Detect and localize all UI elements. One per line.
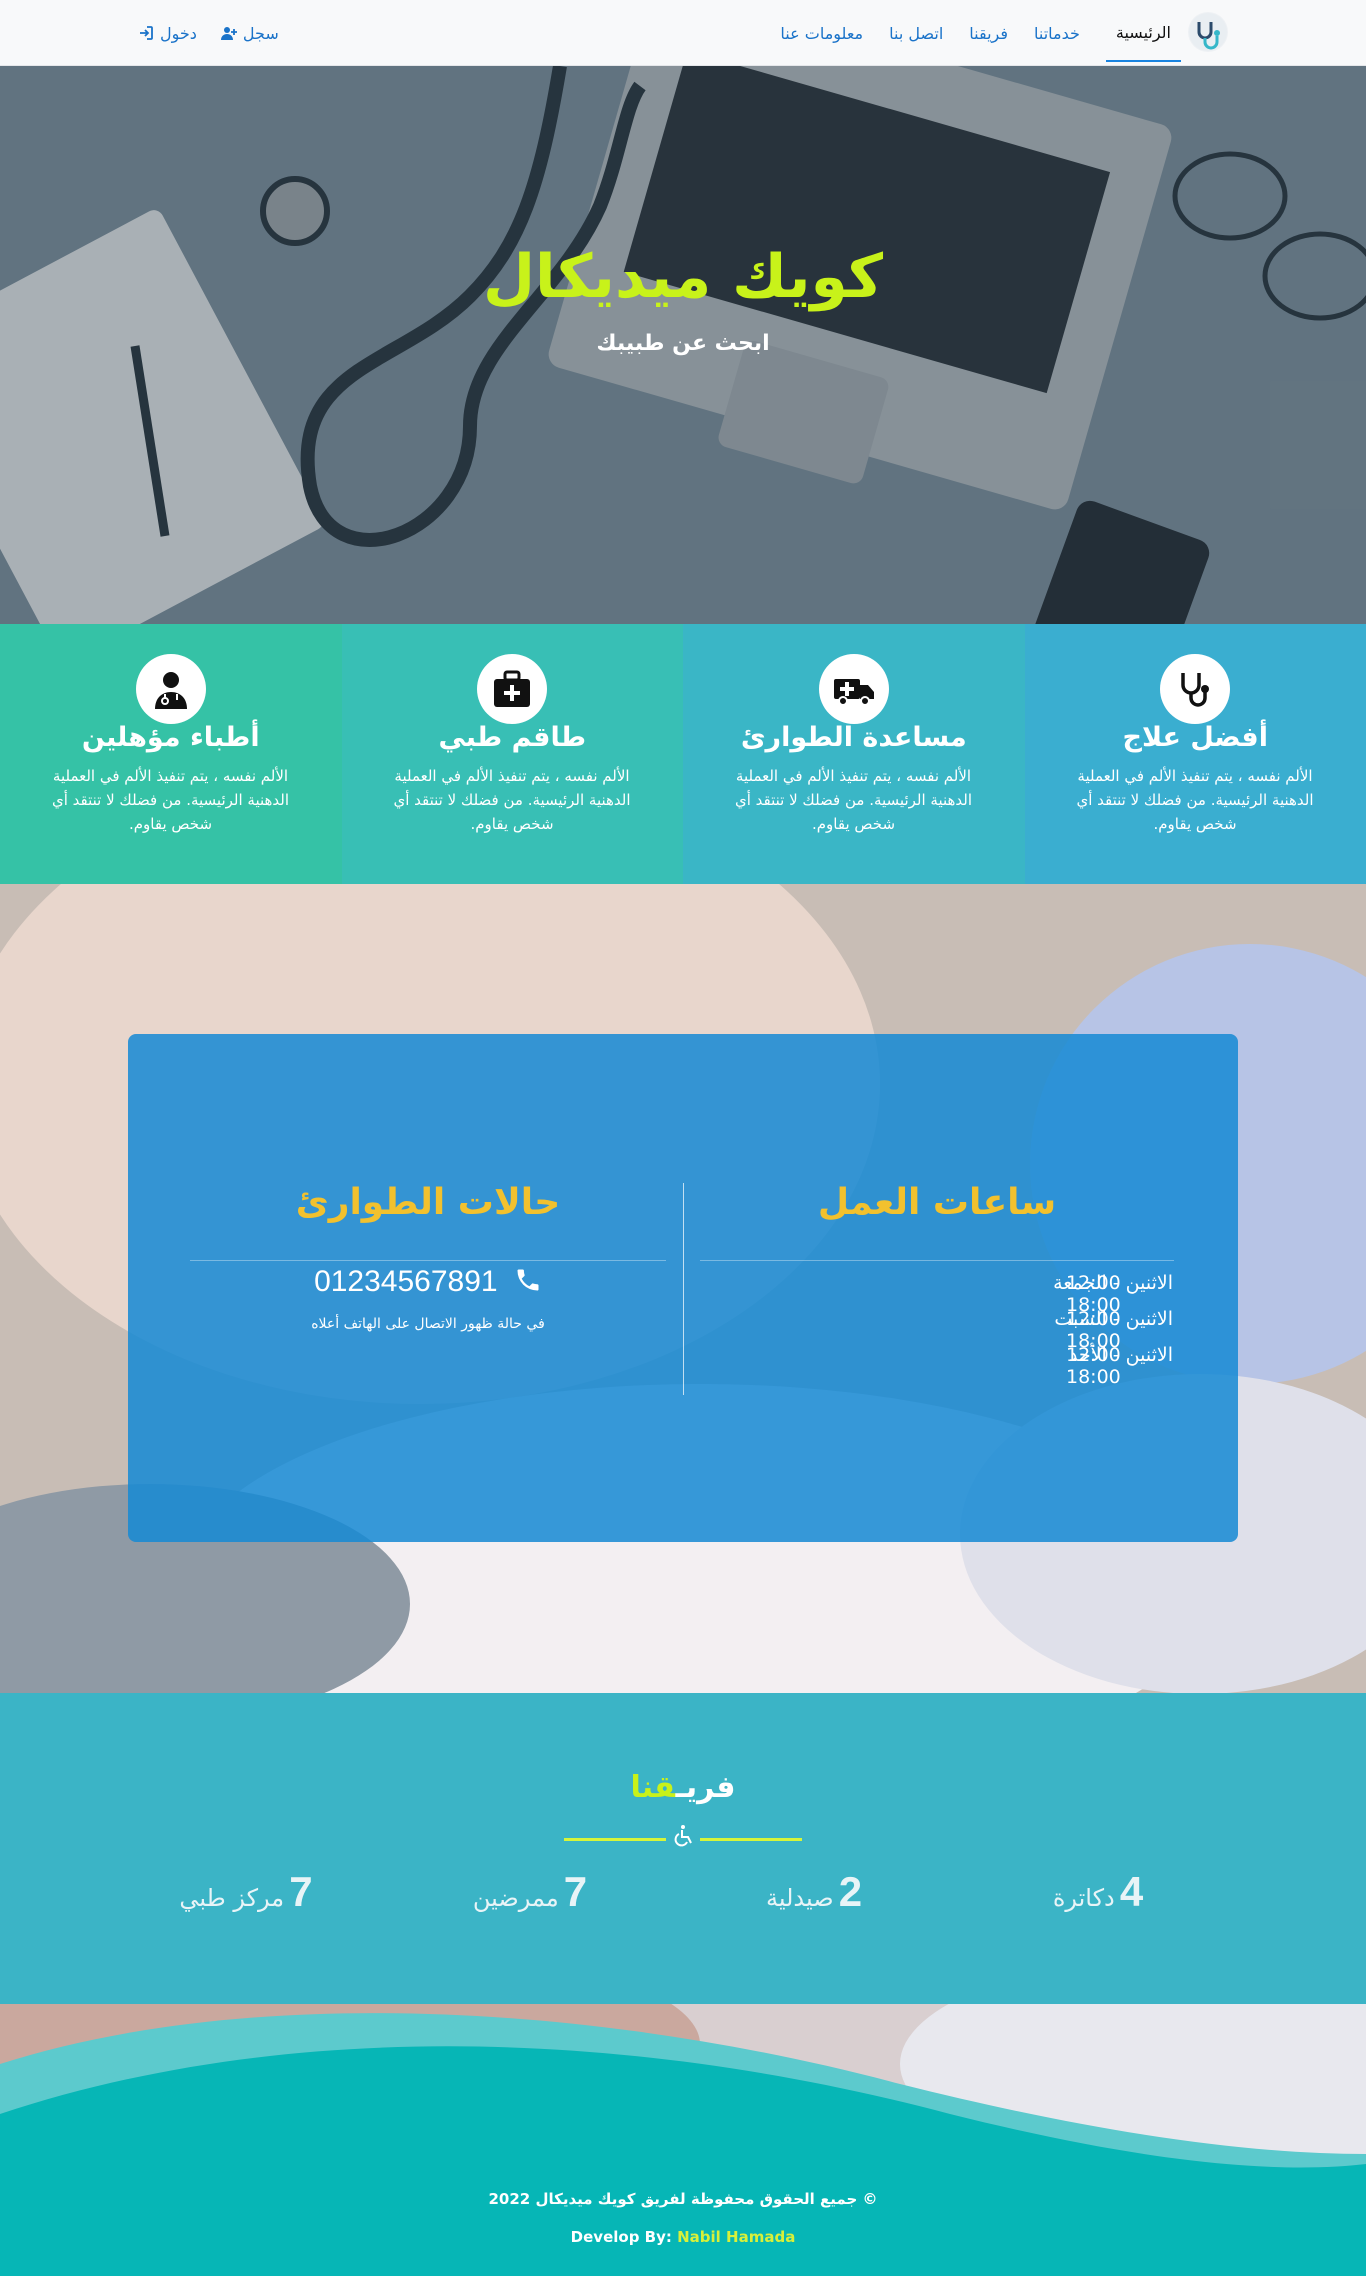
stat-label: دكاترة <box>1052 1884 1115 1912</box>
hero-banner: كويك ميديكال ابحث عن طبيبك <box>0 66 1366 624</box>
brand-logo[interactable] <box>1188 12 1228 52</box>
main-nav: الرئيسية خدماتنا فريقنا اتصل بنا معلومات… <box>780 0 1181 66</box>
stat-label: ممرضين <box>472 1884 559 1912</box>
emergency-phone[interactable]: 01234567891 <box>190 1265 666 1299</box>
nav-services[interactable]: خدماتنا <box>1034 0 1080 66</box>
developer-label: Develop By: <box>570 2228 672 2246</box>
feature-title: أطباء مؤهلين <box>81 722 260 753</box>
feature-title: طاقم طبي <box>438 722 587 753</box>
feature-text: الألم نفسه ، يتم تنفيذ الألم في العملية … <box>1076 767 1314 833</box>
stat-number: 7 <box>289 1868 313 1915</box>
feature-title: أفضل علاج <box>1122 722 1268 753</box>
title-divider-right <box>700 1838 802 1841</box>
feature-text: الألم نفسه ، يتم تنفيذ الألم في العملية … <box>51 767 290 833</box>
feature-icon-circle <box>477 654 548 724</box>
team-title-accent: قنا <box>630 1770 676 1805</box>
nav-contact[interactable]: اتصل بنا <box>889 0 943 66</box>
feature-card: طاقم طبي الألم نفسه ، يتم تنفيذ الألم في… <box>341 624 683 884</box>
wheelchair-icon <box>674 1825 692 1847</box>
stat-number: 4 <box>1119 1868 1144 1915</box>
sign-in-icon <box>140 26 153 40</box>
footer-copyright: © جميع الحقوق محفوظة لفريق كويك ميديكال … <box>488 2190 878 2208</box>
phone-icon <box>517 1269 539 1291</box>
stat-number: 2 <box>838 1868 863 1915</box>
team-title: فريـقنا <box>0 1770 1366 1805</box>
feature-icon-circle <box>818 654 889 724</box>
team-title-main: فريـ <box>675 1770 736 1805</box>
stat-doctors: 4 دكاترة <box>968 1868 1228 1916</box>
login-link[interactable]: دخول <box>138 24 197 43</box>
feature-card: أطباء مؤهلين الألم نفسه ، يتم تنفيذ الأل… <box>0 624 342 884</box>
feature-title: مساعدة الطوارئ <box>740 722 967 753</box>
emergency-note: في حالة ظهور الاتصال على الهاتف أعلاه <box>311 1316 545 1332</box>
hours-time: 12:00 18:00 <box>1066 1344 1121 1388</box>
feature-card: مساعدة الطوارئ الألم نفسه ، يتم تنفيذ ال… <box>683 624 1025 884</box>
hero-title: كويك ميديكال <box>482 242 884 312</box>
hours-row: الاثنين - الأحد 12:00 18:00 <box>699 1344 1173 1388</box>
hours-row: الاثنين - الجمعة 12:00 18:00 <box>699 1272 1173 1316</box>
feature-card: أفضل علاج الألم نفسه ، يتم تنفيذ الألم ف… <box>1024 624 1366 884</box>
hours-row: الاثنين - السبت 12:00 18:00 <box>699 1308 1173 1352</box>
stat-number: 7 <box>563 1868 588 1915</box>
nav-home[interactable]: الرئيسية <box>1105 4 1181 62</box>
footer-developer: Develop By: Nabil Hamada <box>0 2228 1366 2246</box>
stethoscope-logo-icon <box>1189 13 1227 51</box>
stat-medical-centers: 7 مركز طبي <box>116 1868 376 1916</box>
feature-text: الألم نفسه ، يتم تنفيذ الألم في العملية … <box>734 767 973 833</box>
team-section <box>0 1693 1366 2004</box>
phone-number: 01234567891 <box>314 1265 498 1298</box>
stat-pharmacies: 2 صيدلية <box>684 1868 944 1916</box>
hero-subtitle: ابحث عن طبيبك <box>596 331 770 356</box>
title-divider-left <box>564 1838 666 1841</box>
doctor-icon <box>154 672 187 709</box>
column-divider <box>683 1183 684 1395</box>
stat-label: مركز طبي <box>179 1884 285 1912</box>
nav-team[interactable]: فريقنا <box>969 0 1008 66</box>
emergency-title: حالات الطوارئ <box>295 1182 561 1223</box>
auth-links: دخول سجل <box>138 0 279 66</box>
nav-about[interactable]: معلومات عنا <box>780 0 863 66</box>
hours-separator <box>700 1260 1174 1261</box>
developer-name[interactable]: Nabil Hamada <box>677 2228 795 2246</box>
stat-label: صيدلية <box>765 1884 834 1912</box>
feature-icon-circle <box>1160 654 1231 724</box>
stat-nurses: 7 ممرضين <box>400 1868 660 1916</box>
user-plus-icon <box>220 27 237 40</box>
ambulance-icon <box>833 679 874 706</box>
login-label: دخول <box>160 23 197 43</box>
navbar: الرئيسية خدماتنا فريقنا اتصل بنا معلومات… <box>0 0 1366 66</box>
register-label: سجل <box>242 23 279 43</box>
stethoscope-icon <box>1181 673 1210 707</box>
hours-title: ساعات العمل <box>817 1182 1057 1223</box>
feature-text: الألم نفسه ، يتم تنفيذ الألم في العملية … <box>393 767 631 833</box>
feature-icon-circle <box>135 654 206 724</box>
medical-kit-icon <box>494 670 531 707</box>
features-strip: أفضل علاج الألم نفسه ، يتم تنفيذ الألم ف… <box>0 624 1366 884</box>
register-link[interactable]: سجل <box>220 23 279 43</box>
emergency-separator <box>190 1260 666 1261</box>
